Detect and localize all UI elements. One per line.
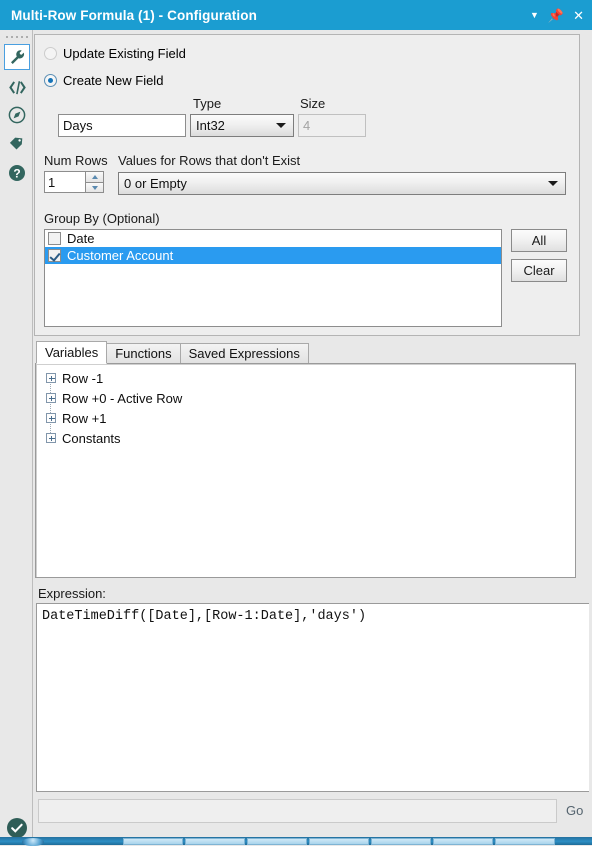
field-type-value: Int32	[196, 118, 225, 133]
expression-source-tabs: Variables Functions Saved Expressions	[36, 341, 309, 364]
tab-saved-expressions[interactable]: Saved Expressions	[179, 343, 309, 364]
taskbar-button[interactable]	[433, 838, 493, 845]
plus-expander-icon[interactable]	[46, 413, 56, 423]
close-icon[interactable]: ✕	[573, 9, 584, 22]
chevron-down-icon	[548, 181, 558, 186]
radio-update-existing-field[interactable]: Update Existing Field	[44, 46, 186, 61]
expression-editor[interactable]	[36, 603, 589, 792]
go-button[interactable]: Go	[566, 803, 583, 818]
sidebar-item-xml-view[interactable]	[4, 74, 30, 100]
clear-all-button[interactable]: Clear	[511, 259, 567, 282]
tree-node-row-plus-1[interactable]: Row +1	[36, 404, 575, 428]
titlebar-controls: ▼ 📌 ✕	[530, 9, 584, 22]
plus-expander-icon[interactable]	[46, 393, 56, 403]
pin-icon[interactable]: 📌	[548, 9, 564, 22]
help-question-icon: ?	[8, 164, 26, 182]
missing-values-value: 0 or Empty	[124, 176, 187, 191]
list-item-label: Date	[67, 231, 95, 246]
tool-sidebar: ?	[0, 30, 33, 845]
taskbar-button[interactable]	[185, 838, 245, 845]
tree-node-constants[interactable]: Constants	[36, 424, 575, 448]
tab-variables[interactable]: Variables	[36, 341, 108, 364]
window-titlebar: Multi-Row Formula (1) - Configuration ▼ …	[0, 0, 592, 30]
triangle-down-icon	[91, 185, 98, 190]
sidebar-item-configuration[interactable]	[4, 44, 30, 70]
radio-label-create: Create New Field	[63, 73, 164, 88]
tree-node-label: Row -1	[62, 370, 104, 386]
list-item[interactable]: Customer Account	[45, 247, 501, 264]
field-name-input[interactable]	[58, 114, 186, 137]
group-by-field-list[interactable]: Date Customer Account	[44, 229, 502, 327]
taskbar-button[interactable]	[371, 838, 431, 845]
field-type-select[interactable]: Int32	[190, 114, 294, 137]
expression-label: Expression:	[38, 586, 106, 601]
num-rows-stepper[interactable]	[44, 171, 104, 193]
radio-indicator-create	[44, 74, 57, 87]
tree-node-label: Row +1	[62, 410, 107, 426]
tree-connector	[50, 384, 51, 393]
expression-search-bar: Go	[34, 795, 592, 828]
tree-node-label: Row +0 - Active Row	[62, 390, 183, 406]
checkbox-customer-account[interactable]	[48, 249, 61, 262]
checkbox-date[interactable]	[48, 232, 61, 245]
variables-tree[interactable]: Row -1 Row +0 - Active Row Row +1 Consta…	[35, 363, 576, 578]
missing-values-label: Values for Rows that don't Exist	[118, 153, 301, 168]
tree-connector	[50, 424, 51, 433]
tree-node-row-minus-1[interactable]: Row -1	[36, 368, 575, 388]
taskbar-button[interactable]	[247, 838, 307, 845]
tag-icon	[8, 136, 26, 152]
wrench-icon	[9, 49, 26, 66]
window-title: Multi-Row Formula (1) - Configuration	[11, 7, 257, 23]
select-all-button[interactable]: All	[511, 229, 567, 252]
tree-connector	[50, 404, 51, 413]
triangle-up-icon	[91, 175, 98, 179]
tree-node-label: Constants	[62, 430, 121, 446]
drag-grip-icon[interactable]	[6, 34, 28, 40]
os-taskbar	[0, 837, 592, 846]
num-rows-increment[interactable]	[85, 171, 104, 182]
taskbar-button[interactable]	[495, 838, 555, 845]
list-item[interactable]: Date	[45, 230, 501, 247]
plus-expander-icon[interactable]	[46, 433, 56, 443]
num-rows-decrement[interactable]	[85, 182, 104, 193]
chevron-down-icon[interactable]: ▼	[530, 10, 539, 20]
plus-expander-icon[interactable]	[46, 373, 56, 383]
list-item-label: Customer Account	[67, 248, 174, 263]
code-brackets-icon	[8, 80, 27, 95]
svg-text:?: ?	[13, 166, 20, 180]
type-label: Type	[193, 96, 222, 111]
num-rows-input[interactable]	[44, 171, 85, 193]
taskbar-button[interactable]	[123, 838, 183, 845]
sidebar-item-help[interactable]: ?	[4, 160, 30, 186]
sidebar-item-annotation-nav[interactable]	[4, 102, 30, 128]
radio-label-update: Update Existing Field	[63, 46, 186, 61]
sidebar-item-annotation[interactable]	[4, 131, 30, 157]
missing-values-select[interactable]: 0 or Empty	[118, 172, 566, 195]
chevron-down-icon	[276, 123, 286, 128]
check-circle-icon	[6, 817, 28, 839]
taskbar-button[interactable]	[309, 838, 369, 845]
tab-functions[interactable]: Functions	[106, 343, 181, 364]
tree-node-row-plus-0[interactable]: Row +0 - Active Row	[36, 384, 575, 408]
size-label: Size	[300, 96, 326, 111]
expression-textarea[interactable]	[40, 607, 587, 789]
field-size-input	[298, 114, 366, 137]
search-input[interactable]	[38, 799, 557, 823]
radio-indicator-update	[44, 47, 57, 60]
group-by-label: Group By (Optional)	[44, 211, 160, 226]
num-rows-label: Num Rows	[44, 153, 108, 168]
compass-icon	[8, 106, 26, 124]
radio-create-new-field[interactable]: Create New Field	[44, 73, 163, 88]
